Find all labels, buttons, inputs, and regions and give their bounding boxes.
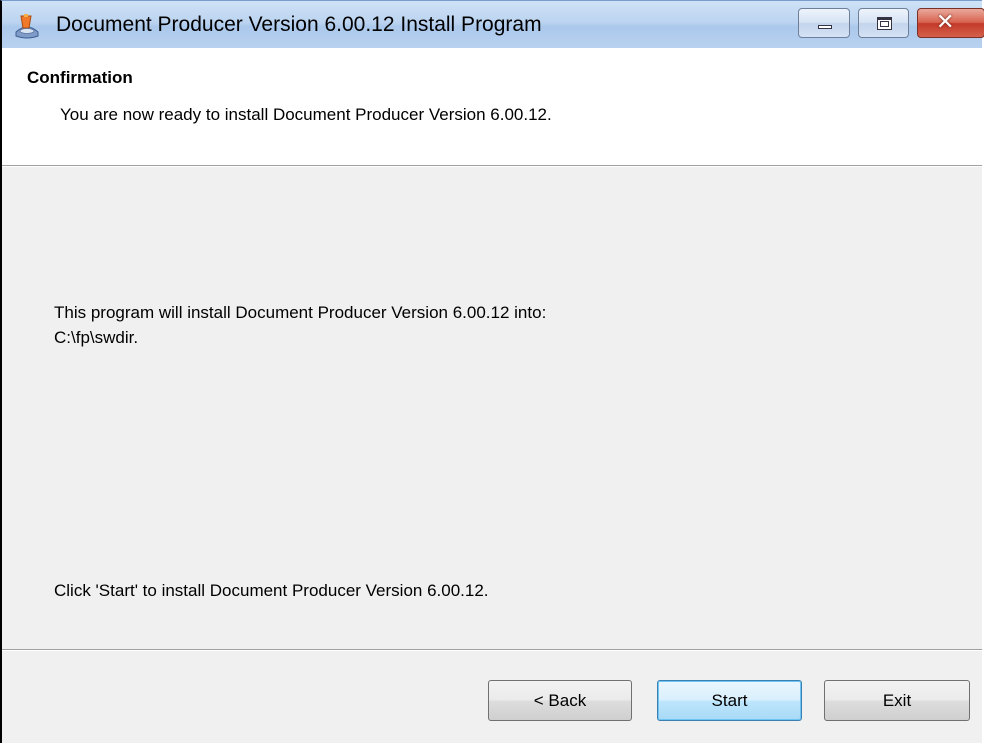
maximize-button[interactable] (858, 8, 909, 38)
back-button[interactable]: < Back (488, 680, 632, 721)
maximize-icon (877, 17, 892, 30)
close-icon: ✕ (936, 10, 955, 35)
install-path: C:\fp\swdir. (54, 328, 139, 347)
install-description: This program will install Document Produ… (54, 303, 547, 322)
page-title: Confirmation (27, 68, 133, 87)
minimize-icon (818, 25, 832, 29)
start-button[interactable]: Start (657, 680, 802, 721)
start-instruction: Click 'Start' to install Document Produc… (54, 581, 489, 600)
installer-app-icon (12, 10, 42, 40)
footer-divider (2, 649, 982, 651)
window-title: Document Producer Version 6.00.12 Instal… (56, 13, 542, 36)
minimize-button[interactable] (798, 8, 850, 38)
exit-button[interactable]: Exit (824, 680, 970, 721)
title-bar[interactable]: Document Producer Version 6.00.12 Instal… (2, 1, 984, 48)
installer-window: Document Producer Version 6.00.12 Instal… (0, 0, 984, 743)
close-button[interactable]: ✕ (917, 8, 984, 38)
header-divider (2, 165, 982, 167)
page-subtitle: You are now ready to install Document Pr… (60, 105, 552, 124)
wizard-header: Confirmation You are now ready to instal… (2, 48, 982, 165)
